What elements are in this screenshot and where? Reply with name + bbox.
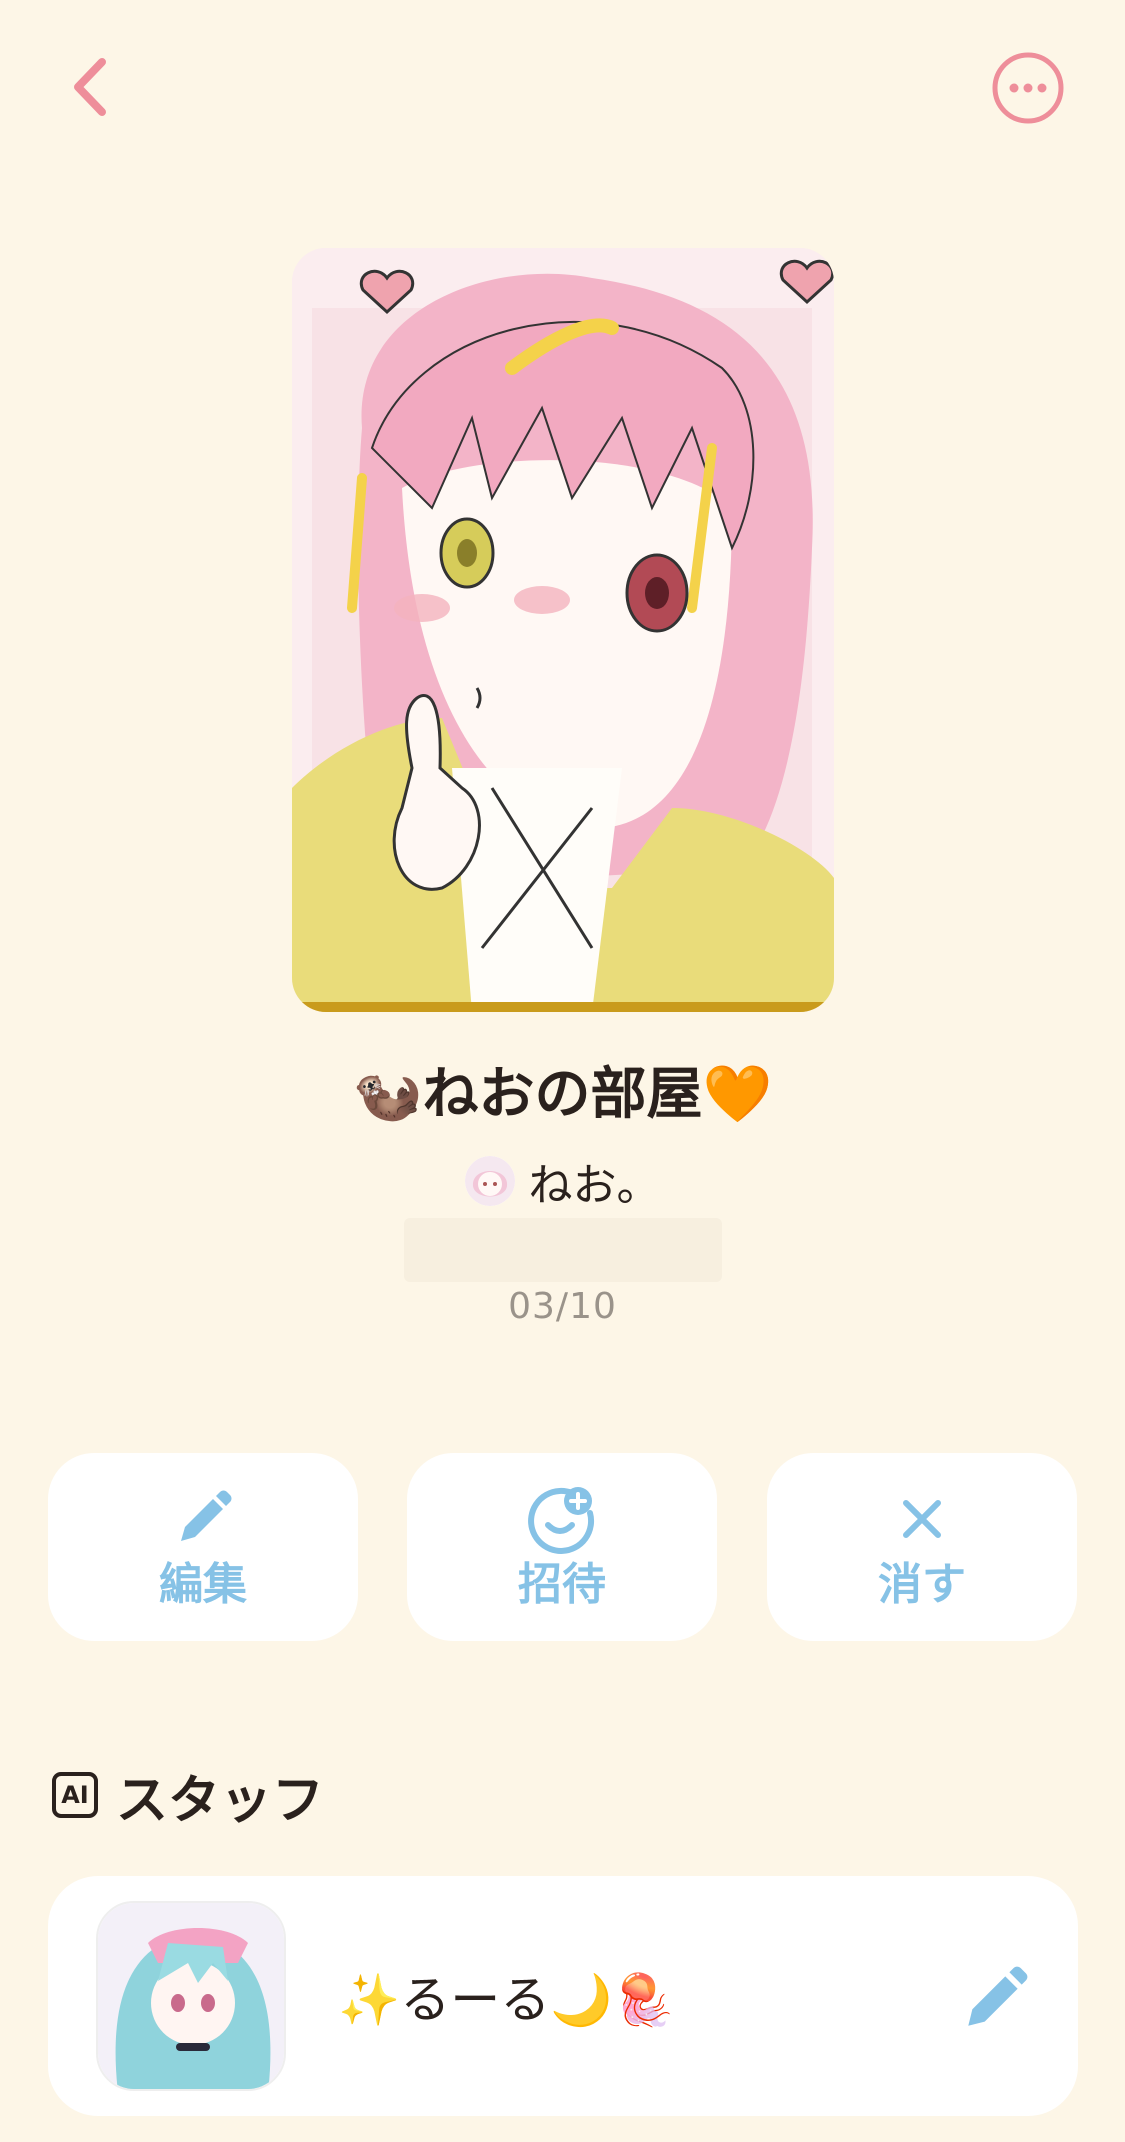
chevron-left-icon [74, 58, 106, 116]
invite-face-plus-icon [528, 1487, 595, 1554]
pencil-icon [968, 1966, 1028, 2026]
delete-button[interactable]: 消す [767, 1453, 1077, 1641]
back-button[interactable] [62, 52, 122, 122]
close-icon [903, 1500, 941, 1538]
invite-label: 招待 [518, 1559, 606, 1610]
owner-avatar [464, 1156, 515, 1206]
staff-member-card[interactable]: ✨るーる🌙🪼 [48, 1876, 1078, 2116]
pencil-icon [181, 1490, 232, 1541]
staff-avatar [96, 1901, 286, 2091]
edit-button[interactable]: 編集 [48, 1453, 358, 1641]
description-placeholder [404, 1218, 722, 1282]
invite-button[interactable]: 招待 [407, 1453, 717, 1641]
owner-row[interactable]: ねお。 [0, 1150, 1125, 1212]
staff-section-header: AI スタッフ [52, 1762, 324, 1831]
room-date: 03/10 [508, 1286, 617, 1327]
room-cover-image [292, 248, 834, 1012]
staff-member-name: ✨るーる🌙🪼 [338, 1971, 675, 2029]
edit-label: 編集 [159, 1559, 247, 1610]
delete-label: 消す [878, 1559, 966, 1610]
staff-edit-button[interactable] [958, 1962, 1032, 2036]
more-options-button[interactable] [990, 50, 1066, 126]
staff-section-title: スタッフ [116, 1770, 325, 1831]
ai-badge-icon: AI [52, 1772, 98, 1818]
owner-name: ねお。 [528, 1160, 661, 1211]
ellipsis-circle-icon [992, 52, 1064, 124]
room-title: 🦦ねおの部屋🧡 [352, 1062, 773, 1127]
